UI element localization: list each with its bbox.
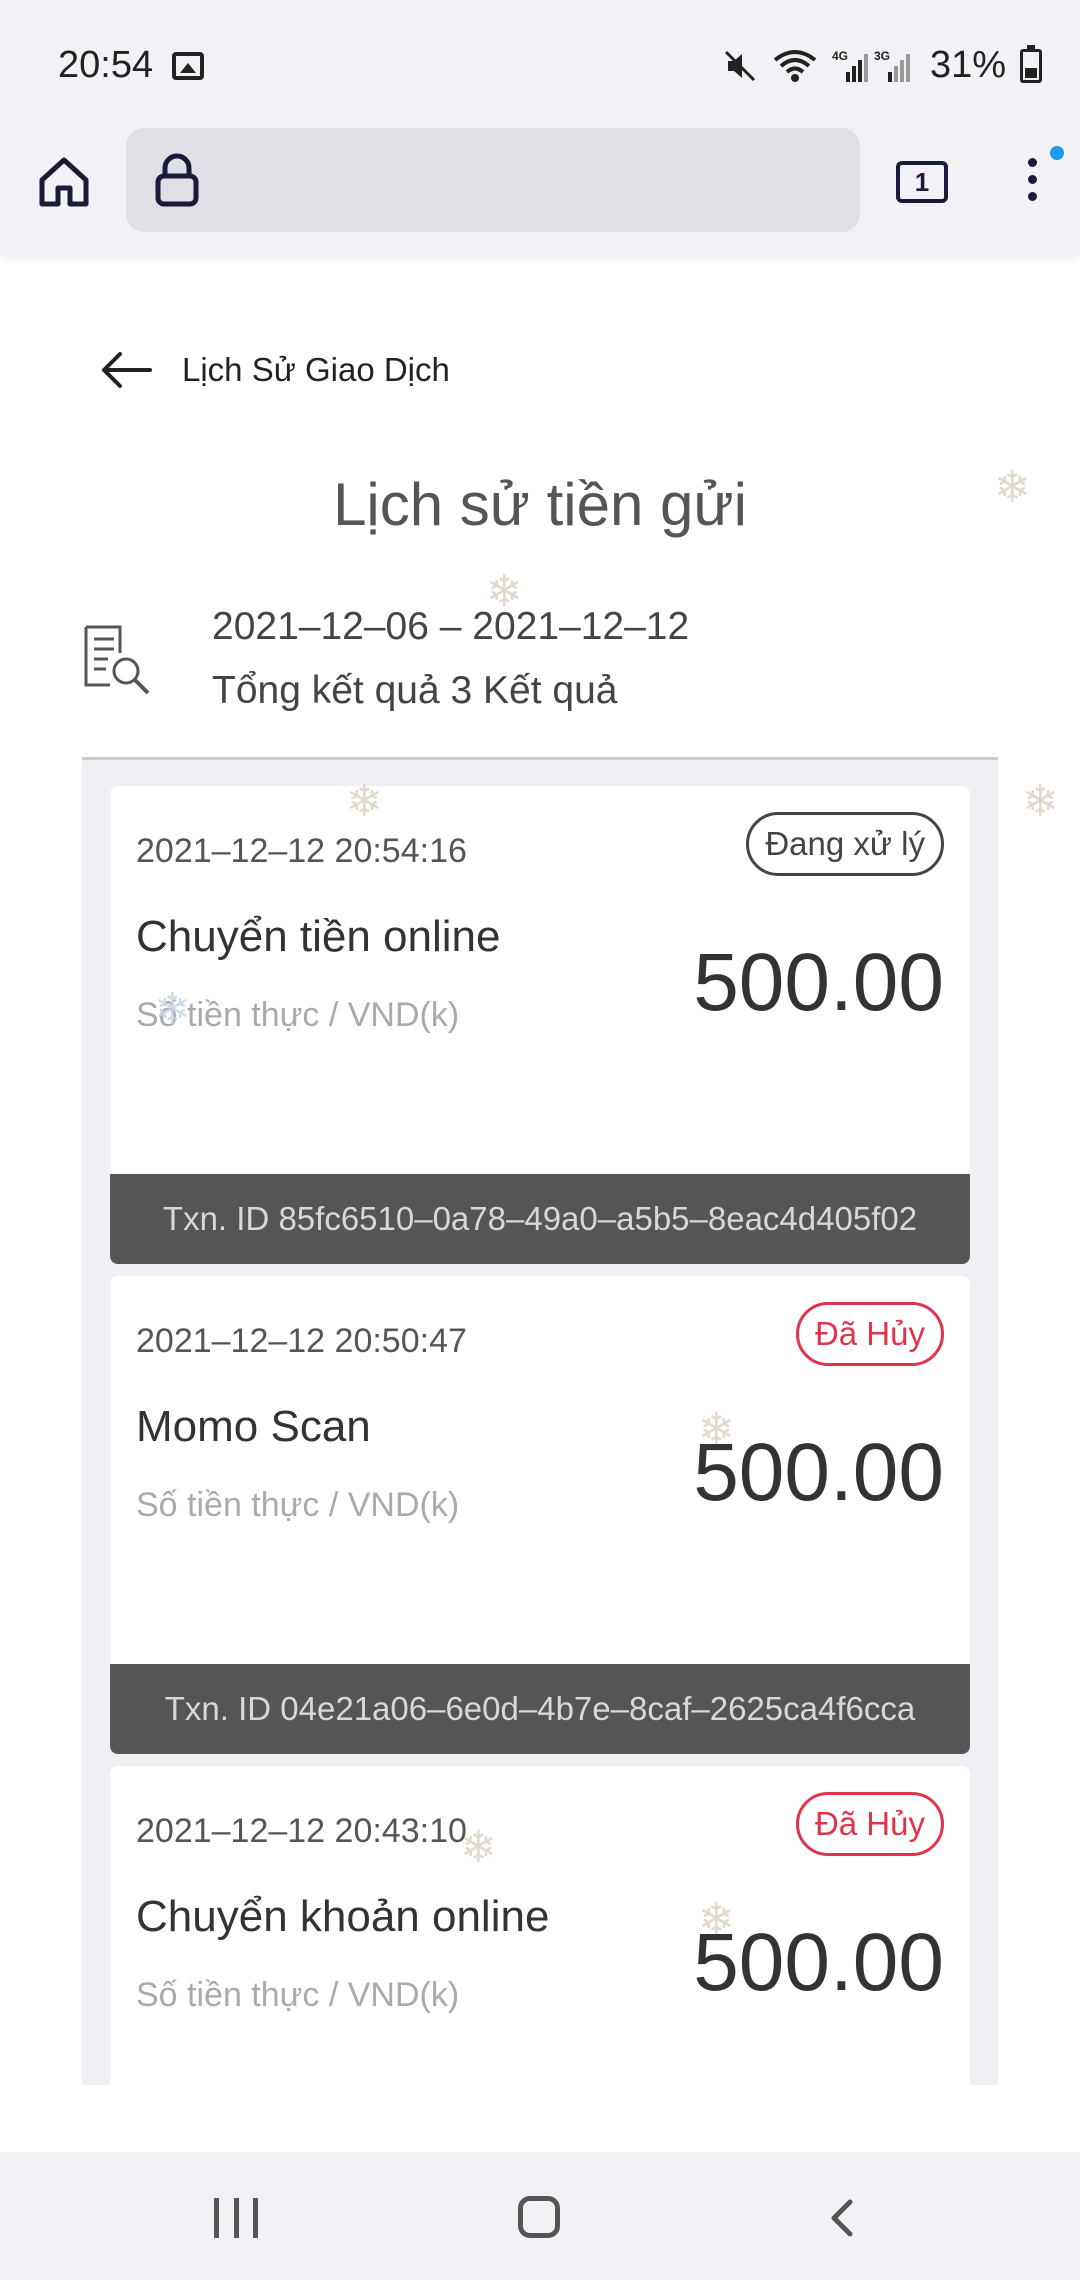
wifi-icon xyxy=(772,48,818,84)
status-badge: Đã Hủy xyxy=(795,1302,944,1366)
system-nav-bar xyxy=(0,2152,1080,2280)
transaction-time: 2021–12–12 20:50:47 xyxy=(136,1322,467,1360)
transaction-list[interactable]: 2021–12–12 20:54:16 Đang xử lý Chuyển ti… xyxy=(82,760,998,2085)
transaction-id: Txn. ID 85fc6510–0a78–49a0–a5b5–8eac4d40… xyxy=(110,1174,970,1264)
snowflake-icon: ❄ xyxy=(460,1823,497,1872)
transaction-name: Momo Scan xyxy=(136,1402,371,1451)
transaction-card[interactable]: 2021–12–12 20:43:10 Đã Hủy Chuyển khoản … xyxy=(110,1766,970,2085)
status-badge: Đang xử lý xyxy=(746,812,944,876)
back-nav-icon[interactable] xyxy=(826,2198,856,2238)
network-3g-label: 3G xyxy=(874,49,890,63)
status-badge: Đã Hủy xyxy=(795,1792,944,1856)
snowflake-icon: ❄ xyxy=(346,777,383,826)
signal-icon: 4G 3G xyxy=(832,48,916,84)
battery-icon xyxy=(1020,44,1042,83)
amount-unit-label: Số tiền thực / VND(k) xyxy=(136,1486,460,1524)
page-title: Lịch sử tiền gửi xyxy=(333,471,747,538)
document-search-icon[interactable] xyxy=(80,623,152,695)
transaction-amount: 500.00 xyxy=(693,937,944,1028)
snowflake-icon: ❄ xyxy=(698,1895,735,1944)
status-bar: 20:54 4G 3G 31% xyxy=(0,0,1080,128)
snowflake-icon: ❄ xyxy=(994,463,1031,512)
amount-unit-label: Số tiền thực / VND(k) xyxy=(136,1976,460,2014)
snowflake-icon: ❄ xyxy=(698,1405,735,1454)
more-menu-icon[interactable] xyxy=(1020,152,1044,212)
result-count: Tổng kết quả 3 Kết quả xyxy=(212,669,618,712)
image-icon xyxy=(172,52,204,80)
status-icons: 4G 3G 31% xyxy=(722,44,1042,87)
address-bar[interactable] xyxy=(126,128,860,232)
search-summary: 2021–12–06 – 2021–12–12 Tổng kết quả 3 K… xyxy=(80,605,1000,760)
date-range[interactable]: 2021–12–06 – 2021–12–12 xyxy=(212,605,689,649)
snowflake-icon: ❄ xyxy=(1022,777,1059,826)
network-4g-label: 4G xyxy=(832,49,848,63)
notification-dot xyxy=(1050,146,1064,160)
back-label: Lịch Sử Giao Dịch xyxy=(182,351,450,388)
back-arrow-icon xyxy=(102,352,152,388)
home-icon[interactable] xyxy=(34,152,94,212)
transaction-card[interactable]: 2021–12–12 20:50:47 Đã Hủy Momo Scan Số … xyxy=(110,1276,970,1754)
transaction-name: Chuyển tiền online xyxy=(136,912,501,961)
tabs-icon[interactable]: 1 xyxy=(896,161,948,203)
snowflake-icon: ❄ xyxy=(486,567,523,616)
back-link[interactable]: Lịch Sử Giao Dịch xyxy=(100,350,450,390)
transaction-time: 2021–12–12 20:43:10 xyxy=(136,1812,467,1850)
status-time: 20:54 xyxy=(58,44,154,86)
browser-toolbar: 1 xyxy=(0,128,1080,256)
transaction-id: Txn. ID 04e21a06–6e0d–4b7e–8caf–2625ca4f… xyxy=(110,1664,970,1754)
transaction-name: Chuyển khoản online xyxy=(136,1892,550,1941)
home-nav-icon[interactable] xyxy=(518,2196,560,2238)
transaction-card[interactable]: 2021–12–12 20:54:16 Đang xử lý Chuyển ti… xyxy=(110,786,970,1264)
battery-percent: 31% xyxy=(929,44,1006,86)
mute-icon xyxy=(722,48,758,84)
lock-icon xyxy=(154,152,200,208)
snowflake-icon: ❄ xyxy=(154,985,191,1034)
recent-apps-icon[interactable] xyxy=(214,2198,258,2238)
transaction-time: 2021–12–12 20:54:16 xyxy=(136,832,467,870)
